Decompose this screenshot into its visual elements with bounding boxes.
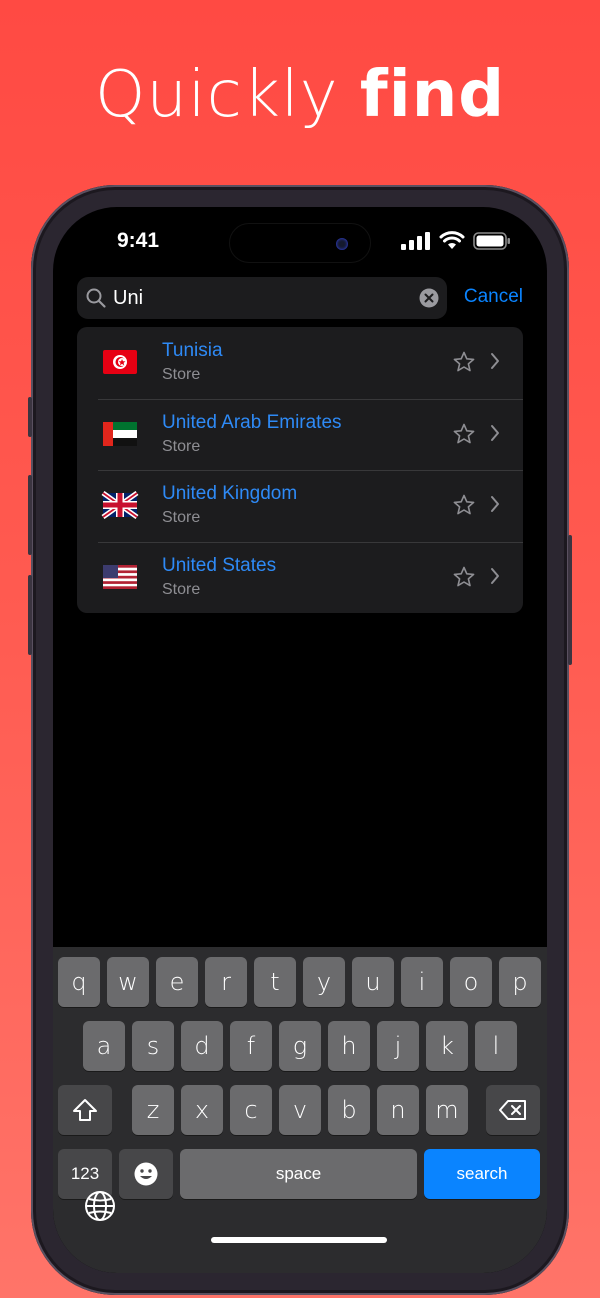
emoji-icon	[134, 1162, 158, 1186]
chevron-right-icon	[491, 424, 499, 441]
key-l[interactable]: l	[475, 1021, 517, 1071]
list-item[interactable]: Tunisia Store	[77, 327, 523, 399]
status-icons	[401, 231, 511, 250]
uk-flag-icon	[101, 491, 139, 519]
star-icon[interactable]	[453, 423, 475, 445]
key-s[interactable]: s	[132, 1021, 174, 1071]
result-name: Tunisia	[162, 340, 223, 361]
status-time: 9:41	[117, 229, 160, 252]
us-flag-icon	[103, 564, 137, 589]
dynamic-island	[229, 223, 371, 263]
key-i[interactable]: i	[401, 957, 443, 1007]
star-icon[interactable]	[453, 351, 475, 373]
divider	[98, 470, 523, 471]
key-x[interactable]: x	[181, 1085, 223, 1135]
key-y[interactable]: y	[303, 957, 345, 1007]
chevron-right-icon	[491, 496, 499, 512]
chevron-right-icon	[491, 353, 499, 369]
chevron-right-icon	[491, 567, 499, 584]
result-name: United Kingdom	[162, 483, 298, 504]
battery-icon	[473, 231, 510, 250]
volume-down-button	[28, 575, 32, 655]
result-subtitle: Store	[162, 580, 201, 598]
star-icon[interactable]	[453, 566, 475, 588]
result-name: United Arab Emirates	[162, 411, 342, 433]
key-w[interactable]: w	[107, 957, 149, 1007]
search-key[interactable]: search	[424, 1149, 540, 1199]
shift-key[interactable]	[58, 1085, 112, 1135]
key-b[interactable]: b	[328, 1085, 370, 1135]
uae-flag-icon	[103, 421, 137, 446]
emoji-key[interactable]	[119, 1149, 173, 1199]
key-g[interactable]: g	[279, 1021, 321, 1071]
divider	[98, 541, 523, 543]
list-item[interactable]: United Arab Emirates Store	[77, 398, 523, 471]
key-c[interactable]: c	[230, 1085, 272, 1135]
list-item[interactable]: United States Store	[77, 541, 523, 614]
space-key[interactable]: space	[180, 1149, 417, 1199]
key-p[interactable]: p	[499, 957, 541, 1007]
cellular-signal-icon	[401, 231, 430, 250]
key-z[interactable]: z	[132, 1085, 174, 1135]
power-button	[568, 535, 572, 665]
key-t[interactable]: t	[254, 957, 296, 1007]
shift-icon	[73, 1099, 97, 1121]
key-k[interactable]: k	[426, 1021, 468, 1071]
result-subtitle: Store	[162, 437, 201, 455]
home-indicator	[211, 1237, 387, 1243]
key-n[interactable]: n	[377, 1085, 419, 1135]
backspace-key[interactable]	[486, 1085, 540, 1135]
phone-frame: 9:41 Uni Cancel Tunisia Store United Ara…	[28, 185, 572, 1295]
key-d[interactable]: d	[181, 1021, 223, 1071]
results-list: Tunisia Store United Arab Emirates Store…	[77, 327, 523, 613]
search-field[interactable]	[77, 277, 447, 319]
star-icon[interactable]	[453, 494, 475, 516]
key-m[interactable]: m	[426, 1085, 468, 1135]
key-q[interactable]: q	[58, 957, 100, 1007]
mute-switch	[28, 397, 32, 437]
key-u[interactable]: u	[352, 957, 394, 1007]
headline-light: Quickly	[94, 58, 360, 132]
search-input[interactable]	[113, 284, 403, 312]
key-h[interactable]: h	[328, 1021, 370, 1071]
wifi-icon	[439, 231, 465, 249]
key-f[interactable]: f	[230, 1021, 272, 1071]
key-o[interactable]: o	[450, 957, 492, 1007]
search-bar: Cancel	[77, 277, 523, 319]
camera	[336, 238, 348, 250]
result-subtitle: Store	[162, 509, 201, 526]
clear-search-icon[interactable]	[419, 288, 439, 308]
divider	[98, 398, 523, 400]
key-v[interactable]: v	[279, 1085, 321, 1135]
keyboard: q w e r t y u i o p a s d f g h j k l z …	[53, 947, 547, 1273]
key-a[interactable]: a	[83, 1021, 125, 1071]
phone-screen: 9:41 Uni Cancel Tunisia Store United Ara…	[53, 207, 547, 1273]
key-r[interactable]: r	[205, 957, 247, 1007]
globe-icon[interactable]	[83, 1189, 117, 1223]
backspace-icon	[499, 1100, 526, 1120]
cancel-button[interactable]: Cancel	[464, 286, 523, 308]
volume-up-button	[28, 475, 32, 555]
result-subtitle: Store	[162, 366, 201, 383]
key-e[interactable]: e	[156, 957, 198, 1007]
result-name: United States	[162, 554, 277, 576]
list-item[interactable]: United Kingdom Store	[77, 470, 523, 542]
key-j[interactable]: j	[377, 1021, 419, 1071]
tunisia-flag-icon	[103, 350, 137, 374]
headline: Quickly find	[0, 58, 600, 132]
headline-bold: find	[359, 58, 506, 132]
search-icon	[86, 288, 106, 308]
